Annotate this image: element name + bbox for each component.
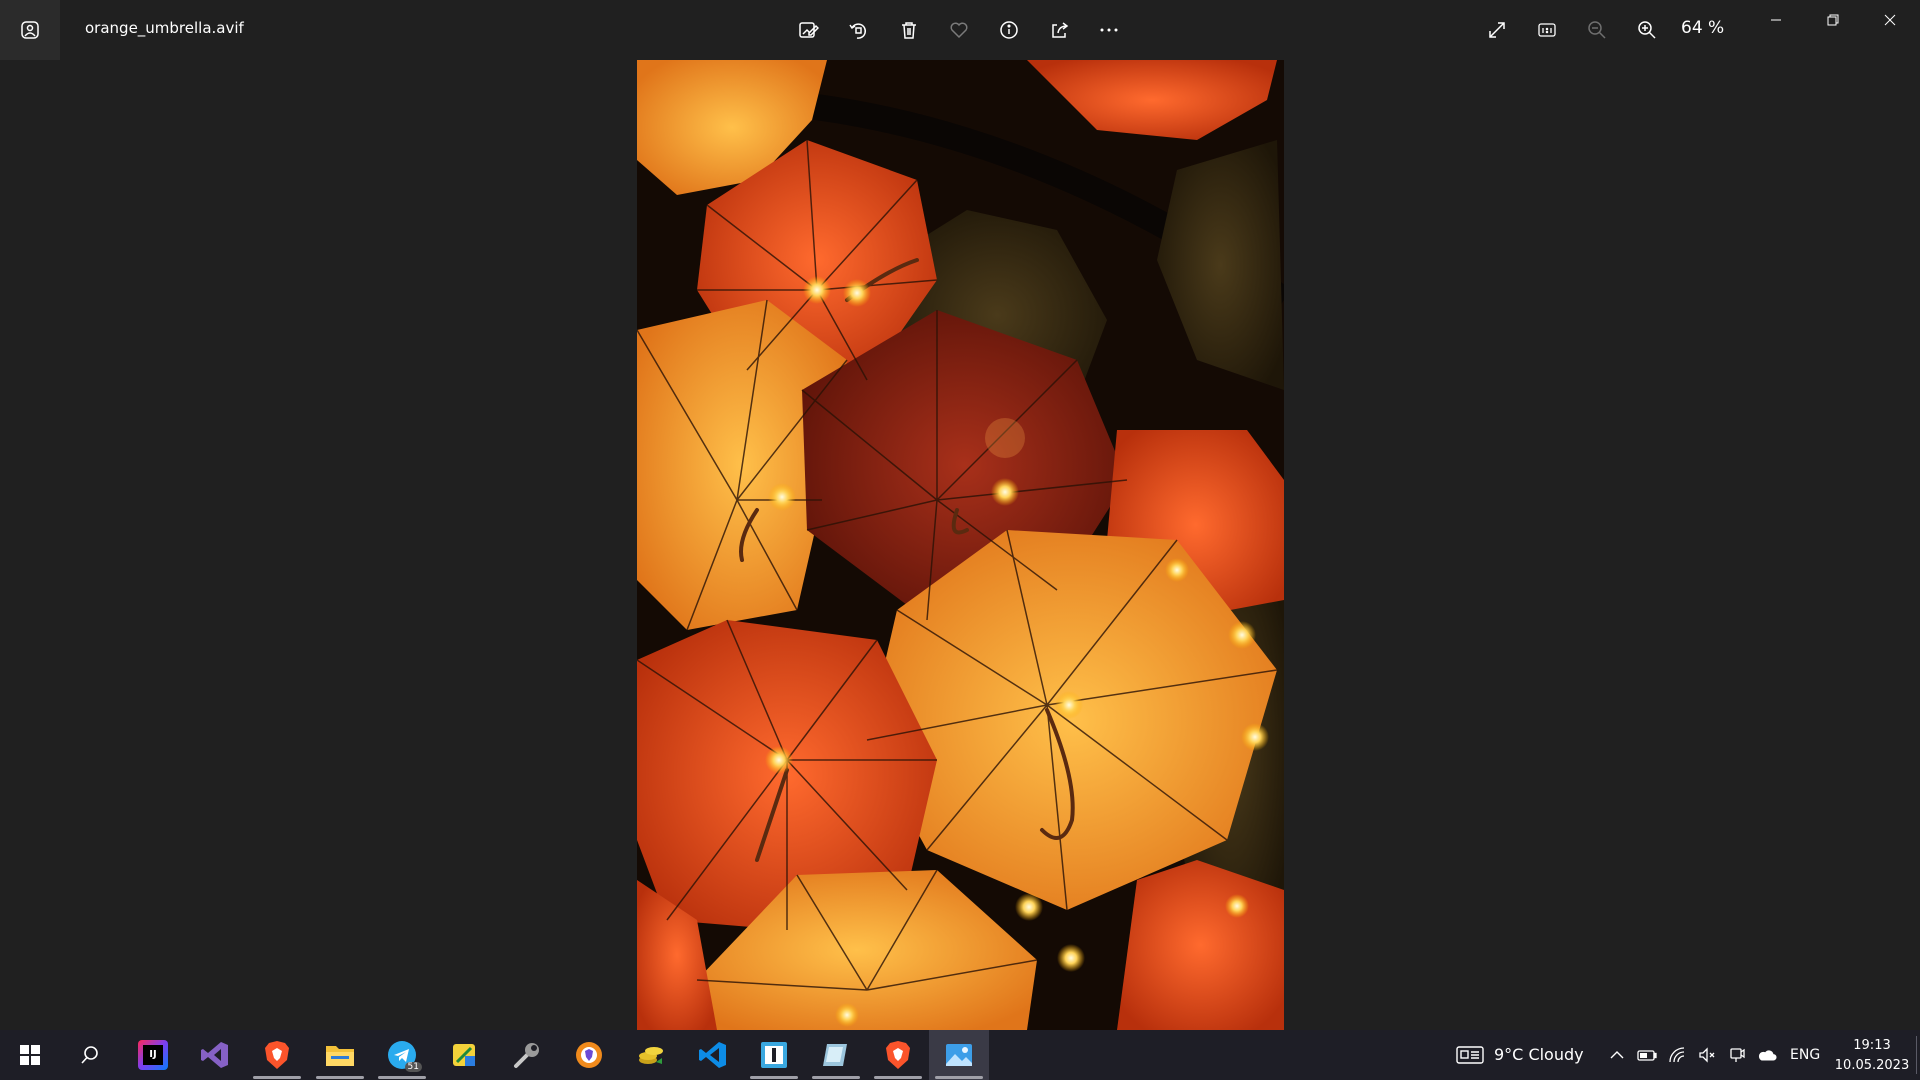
onedrive-status[interactable]	[1757, 1045, 1777, 1065]
start-button[interactable]	[0, 1030, 60, 1080]
zoom-in-icon	[1638, 21, 1656, 39]
taskbar-visual-studio[interactable]	[185, 1030, 245, 1080]
coins-icon	[639, 1047, 663, 1064]
close-button[interactable]	[1862, 0, 1918, 40]
show-hidden-icons-button[interactable]	[1607, 1045, 1627, 1065]
network-status[interactable]	[1667, 1045, 1687, 1065]
running-indicator	[316, 1076, 364, 1079]
newspaper-icon	[1456, 1046, 1484, 1064]
photos-app-icon	[21, 21, 39, 39]
zoom-out-icon	[1588, 21, 1606, 39]
full-screen-button[interactable]	[1477, 10, 1517, 50]
unread-count-badge: 51	[404, 1062, 422, 1072]
system-clock[interactable]: 19:13 10.05.2023	[1832, 1036, 1912, 1076]
camera-icon	[1730, 1048, 1745, 1062]
restore-icon	[1827, 14, 1839, 26]
weather-widget[interactable]: 9°C Cloudy	[1494, 1045, 1584, 1064]
delete-button[interactable]	[889, 10, 929, 50]
windows-logo-icon	[20, 1045, 40, 1065]
photo-orange-umbrellas	[637, 60, 1284, 1030]
umbrella-photo-drawing	[637, 60, 1284, 1030]
news-widget-icon[interactable]	[1455, 1045, 1485, 1065]
camera-privacy-status[interactable]	[1727, 1045, 1747, 1065]
actual-size-button[interactable]	[1527, 10, 1567, 50]
zoom-level[interactable]: 64 %	[1681, 18, 1724, 38]
running-indicator	[812, 1076, 860, 1079]
clock-date: 10.05.2023	[1834, 1058, 1910, 1073]
clock-time: 19:13	[1853, 1038, 1891, 1053]
trash-icon	[902, 22, 916, 39]
rotate-button[interactable]	[838, 10, 878, 50]
taskbar-vs-code[interactable]	[683, 1030, 743, 1080]
vs-code-icon	[699, 1042, 726, 1068]
volume-muted-icon	[1699, 1047, 1715, 1063]
brave-browser-icon	[265, 1041, 289, 1069]
running-indicator	[874, 1076, 922, 1079]
share-icon	[1052, 22, 1069, 38]
volume-control[interactable]	[1697, 1045, 1717, 1065]
edit-image-icon	[799, 22, 819, 38]
image-viewport[interactable]	[0, 60, 1920, 1030]
visual-studio-icon	[201, 1042, 228, 1068]
running-indicator	[935, 1076, 983, 1079]
zoom-out-button[interactable]	[1577, 10, 1617, 50]
edit-image-button[interactable]	[788, 10, 828, 50]
window-app-icon	[761, 1042, 787, 1068]
wifi-icon	[1669, 1047, 1685, 1063]
running-indicator	[750, 1076, 798, 1079]
taskbar-photos[interactable]	[929, 1030, 989, 1080]
restore-button[interactable]	[1805, 0, 1861, 40]
disk-icon	[823, 1044, 847, 1066]
taskbar-disk-app[interactable]	[806, 1030, 866, 1080]
running-indicator	[253, 1076, 301, 1079]
taskbar-window-app[interactable]	[744, 1030, 804, 1080]
search-icon	[81, 1046, 98, 1064]
taskbar-orange-app[interactable]	[559, 1030, 619, 1080]
info-icon	[1000, 21, 1018, 39]
title-bar: orange_umbrella.avif 64 %	[0, 0, 1920, 60]
search-button[interactable]	[60, 1030, 120, 1080]
expand-icon	[1489, 22, 1505, 38]
intellij-idea-icon: IJ	[138, 1040, 168, 1070]
taskbar-intellij-idea[interactable]: IJ	[123, 1030, 183, 1080]
more-options-button[interactable]	[1089, 10, 1129, 50]
battery-status[interactable]	[1637, 1045, 1657, 1065]
folder-icon	[326, 1046, 354, 1066]
rotate-icon	[849, 23, 867, 39]
running-indicator	[378, 1076, 426, 1079]
battery-icon	[1637, 1050, 1657, 1061]
taskbar-coins-app[interactable]	[621, 1030, 681, 1080]
taskbar-file-explorer[interactable]	[310, 1030, 370, 1080]
taskbar: IJ 51 9°C Cloudy ENG 19:13 10.05.2023	[0, 1030, 1920, 1080]
taskbar-telegram[interactable]: 51	[372, 1030, 432, 1080]
more-icon	[1100, 28, 1118, 32]
shield-app-icon	[576, 1042, 602, 1068]
minimize-icon	[1771, 19, 1781, 21]
photos-icon	[946, 1044, 972, 1066]
taskbar-brave-2[interactable]	[868, 1030, 928, 1080]
taskbar-sticky-app[interactable]	[434, 1030, 494, 1080]
input-language[interactable]: ENG	[1790, 1047, 1820, 1063]
file-info-button[interactable]	[989, 10, 1029, 50]
wrench-icon	[514, 1043, 539, 1068]
cloud-icon	[1758, 1050, 1777, 1061]
minimize-button[interactable]	[1748, 0, 1804, 40]
share-button[interactable]	[1039, 10, 1079, 50]
show-desktop-button[interactable]	[1916, 1036, 1917, 1074]
favorite-button[interactable]	[939, 10, 979, 50]
actual-size-icon	[1538, 23, 1556, 37]
file-name: orange_umbrella.avif	[85, 19, 244, 37]
taskbar-brave[interactable]	[247, 1030, 307, 1080]
close-icon	[1884, 14, 1896, 26]
chevron-up-icon	[1610, 1051, 1624, 1059]
photos-app-button[interactable]	[0, 0, 60, 60]
brave-browser-icon	[886, 1041, 910, 1069]
heart-icon	[950, 22, 968, 39]
sticky-app-icon	[453, 1044, 475, 1066]
taskbar-tool-app[interactable]	[497, 1030, 557, 1080]
zoom-in-button[interactable]	[1627, 10, 1667, 50]
